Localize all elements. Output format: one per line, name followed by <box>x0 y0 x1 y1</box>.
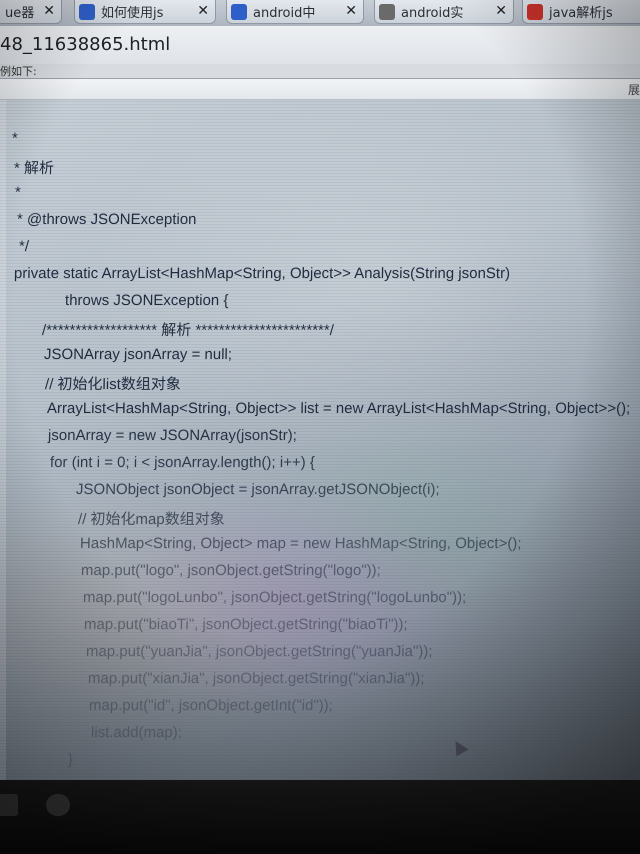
taskbar <box>0 780 640 854</box>
code-line: * <box>15 184 22 201</box>
tab-2[interactable]: android中 ✕ <box>226 0 364 24</box>
code-line: map.put("yuanJia", jsonObject.getString(… <box>85 643 433 660</box>
code-line: throws JSONException { <box>65 292 229 309</box>
tab-0[interactable]: ue器 ✕ <box>0 0 62 24</box>
code-line: map.put("logo", jsonObject.getString("lo… <box>81 562 382 579</box>
code-line: private static ArrayList<HashMap<String,… <box>13 265 511 282</box>
close-icon[interactable]: ✕ <box>43 3 55 19</box>
tab-label: 如何使用js <box>101 6 164 21</box>
code-line: */ <box>18 238 29 255</box>
code-toolbar: 展 <box>0 79 640 100</box>
close-icon[interactable]: ✕ <box>345 3 357 19</box>
code-line: // 初始化map数组对象 <box>77 511 225 528</box>
tab-4[interactable]: java解析js <box>522 0 640 24</box>
chat-bubble-icon[interactable] <box>46 794 70 816</box>
code-line: JSONObject jsonObject = jsonArray.getJSO… <box>76 481 441 498</box>
page-header-strip: 例如下: <box>0 64 640 79</box>
page-favicon-icon <box>379 3 395 20</box>
tab-3[interactable]: android实 ✕ <box>374 0 514 24</box>
code-line: /******************* 解析 ****************… <box>41 322 334 339</box>
tab-label: android中 <box>253 6 316 21</box>
code-line: ArrayList<HashMap<String, Object>> list … <box>46 400 631 417</box>
expand-link[interactable]: 展 <box>628 81 640 98</box>
code-line: list.add(map); <box>90 724 182 741</box>
code-line: jsonArray = new JSONArray(jsonStr); <box>48 427 298 444</box>
code-line: map.put("logoLunbo", jsonObject.getStrin… <box>82 589 467 606</box>
code-line: HashMap<String, Object> map = new HashMa… <box>79 535 522 552</box>
code-line: for (int i = 0; i < jsonArray.length(); … <box>49 454 315 471</box>
page-favicon-icon <box>231 3 247 20</box>
photo-of-monitor: ue器 ✕ 如何使用js ✕ android中 ✕ android实 ✕ jav… <box>0 0 640 854</box>
code-line: } <box>67 751 73 768</box>
address-bar[interactable]: 48_11638865.html <box>0 26 640 65</box>
url-text[interactable]: 48_11638865.html <box>0 34 170 55</box>
page-intro-text: 例如下: <box>0 65 37 78</box>
browser-tab-bar: ue器 ✕ 如何使用js ✕ android中 ✕ android实 ✕ jav… <box>0 0 640 26</box>
mouse-cursor-icon <box>449 737 469 757</box>
code-gutter <box>0 100 6 780</box>
code-line: * @throws JSONException <box>16 211 197 228</box>
code-line: * <box>12 130 19 147</box>
taskbar-app-icon[interactable] <box>0 794 18 816</box>
code-line: JSONArray jsonArray = null; <box>43 346 232 363</box>
tab-label: ue器 <box>5 6 35 21</box>
tab-label: android实 <box>401 6 464 21</box>
close-icon[interactable]: ✕ <box>197 3 209 19</box>
page-favicon-icon <box>527 3 543 20</box>
code-line: map.put("id", jsonObject.getInt("id")); <box>89 697 334 714</box>
code-line: * 解析 <box>13 160 54 177</box>
tab-1[interactable]: 如何使用js ✕ <box>74 0 216 24</box>
code-block: * * 解析 * * @throws JSONException */ private s… <box>0 100 640 780</box>
code-line: // 初始化list数组对象 <box>45 376 182 393</box>
code-line: map.put("xianJia", jsonObject.getString(… <box>87 670 425 687</box>
code-line: map.put("biaoTi", jsonObject.getString("… <box>84 616 409 633</box>
tab-label: java解析js <box>549 6 613 21</box>
close-icon[interactable]: ✕ <box>495 3 507 19</box>
page-favicon-icon <box>79 3 95 20</box>
